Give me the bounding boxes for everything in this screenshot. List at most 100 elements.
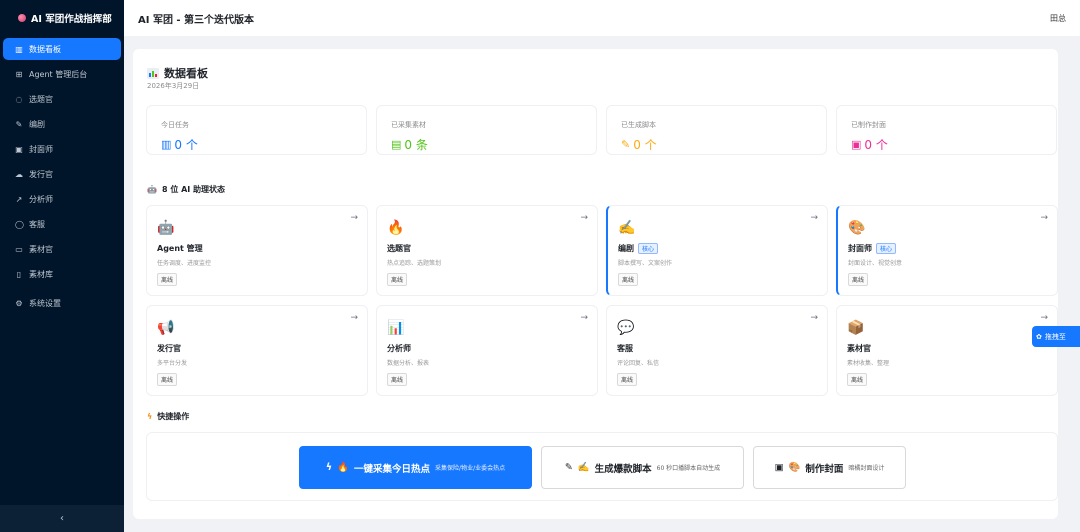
robot-icon: 🤖 <box>157 220 175 236</box>
agent-name-row: 编剧 核心 <box>618 243 817 254</box>
agent-desc: 素材收集、整理 <box>847 360 890 367</box>
quick-action-label: 一键采集今日热点 <box>354 463 431 475</box>
agent-status-badge: 离线 <box>387 373 408 386</box>
agent-name-row: 发行官 <box>157 343 357 354</box>
user-menu[interactable]: 田总 <box>1050 13 1066 24</box>
sidebar-item-settings[interactable]: ⚙ 系统设置 <box>3 292 121 314</box>
quick-action-sub: 暗橘封面设计 <box>848 465 885 472</box>
quick-action-sub: 60 秒口播脚本自动生成 <box>656 465 721 472</box>
quick-section-title-text: 快捷操作 <box>157 412 190 421</box>
agent-card[interactable]: → 📊 分析师 数据分析、报表 离线 <box>376 305 598 396</box>
brand: AI 军团作战指挥部 <box>0 0 124 36</box>
stat-value-row: ✎ 0 个 <box>621 136 812 153</box>
image-icon: ▣ <box>851 138 862 151</box>
image-icon: ▣ <box>774 462 784 473</box>
megaphone-icon: 📢 <box>157 320 175 336</box>
stat-label: 已制作封面 <box>851 121 886 129</box>
folder-icon: ▭ <box>15 244 23 254</box>
sidebar-menu: ▥ 数据看板 ⊞ Agent 管理后台 ◌ 选题官 ✎ 编剧 ▣ 封面师 ☁ 发… <box>0 38 124 314</box>
agent-card[interactable]: → 💬 客服 评论回复、私信 离线 <box>606 305 828 396</box>
stat-value-row: ▤ 0 条 <box>391 136 582 153</box>
agent-card[interactable]: → 📢 发行官 多平台分发 离线 <box>146 305 368 396</box>
agent-card[interactable]: → 🤖 Agent 管理 任务调度、进度监控 离线 <box>146 205 368 296</box>
sidebar-item-customer-service[interactable]: ◯ 客服 <box>3 213 121 235</box>
agent-desc: 多平台分发 <box>157 360 188 367</box>
stat-value-row: ▥ 0 个 <box>161 136 352 153</box>
page-title: 数据看板 <box>147 65 208 81</box>
edit-icon: ✎ <box>15 119 23 129</box>
agent-status-badge: 离线 <box>848 273 869 286</box>
agent-desc: 脚本撰写、文案创作 <box>618 260 673 267</box>
line-chart-icon: ↗ <box>15 194 23 204</box>
agent-name: 素材官 <box>847 344 871 353</box>
sidebar-collapse-button[interactable]: ‹ <box>0 505 124 532</box>
agent-name-row: 封面师 核心 <box>848 243 1047 254</box>
sidebar-item-cover-designer[interactable]: ▣ 封面师 <box>3 138 121 160</box>
stat-value-row: ▣ 0 个 <box>851 136 1042 153</box>
sidebar-item-topic-officer[interactable]: ◌ 选题官 <box>3 88 121 110</box>
sidebar-item-label: 素材库 <box>29 269 53 279</box>
agent-name-row: 客服 <box>617 343 817 354</box>
agent-card[interactable]: → 🔥 选题官 热点追踪、选题策划 离线 <box>376 205 598 296</box>
brand-name: AI 军团作战指挥部 <box>31 14 112 25</box>
agent-card[interactable]: → 🎨 封面师 核心 封面设计、视觉创意 离线 <box>836 205 1058 296</box>
agent-status-badge: 离线 <box>387 273 408 286</box>
arrow-right-icon[interactable]: → <box>810 213 818 223</box>
fire-icon: 🔥 <box>387 220 405 236</box>
stat-value: 0 个 <box>633 138 657 152</box>
floating-drag-tab[interactable]: ✿ 拖拽至 <box>1032 326 1080 347</box>
fire-icon: ◌ <box>15 94 23 104</box>
speech-bubble-icon: 💬 <box>617 320 635 336</box>
arrow-right-icon[interactable]: → <box>810 313 818 323</box>
stat-card: 已制作封面 ▣ 0 个 <box>836 105 1057 155</box>
sidebar-item-label: 数据看板 <box>29 44 61 54</box>
sidebar-item-label: 封面师 <box>29 144 53 154</box>
sidebar-item-analyst[interactable]: ↗ 分析师 <box>3 188 121 210</box>
sidebar-item-label: 发行官 <box>29 169 53 179</box>
sidebar-item-material-officer[interactable]: ▭ 素材官 <box>3 238 121 260</box>
fire-icon: 🔥 <box>337 462 350 473</box>
sidebar-item-material-library[interactable]: ▯ 素材库 <box>3 263 121 285</box>
stat-card: 已生成脚本 ✎ 0 个 <box>606 105 827 155</box>
floating-tab-label: 拖拽至 <box>1044 332 1066 341</box>
arrow-right-icon[interactable]: → <box>350 213 358 223</box>
stat-value: 0 个 <box>174 138 198 152</box>
agent-desc: 评论回复、私信 <box>617 360 660 367</box>
collect-hot-topics-button[interactable]: ϟ 🔥 一键采集今日热点 采集保险/物业/业委会热点 <box>299 446 532 489</box>
stat-label: 今日任务 <box>161 121 189 129</box>
generate-script-button[interactable]: ✎ ✍️ 生成爆款脚本 60 秒口播脚本自动生成 <box>541 446 744 489</box>
make-cover-button[interactable]: ▣ 🎨 制作封面 暗橘封面设计 <box>753 446 906 489</box>
agent-name: 发行官 <box>157 344 181 353</box>
agents-grid: → 🤖 Agent 管理 任务调度、进度监控 离线 → 🔥 选题官 热点追踪、选… <box>146 205 1058 396</box>
writing-hand-icon: ✍️ <box>618 220 636 236</box>
agent-desc: 任务调度、进度监控 <box>157 260 212 267</box>
core-tag: 核心 <box>876 243 897 254</box>
stat-card: 今日任务 ▥ 0 个 <box>146 105 367 155</box>
agent-name-row: 选题官 <box>387 243 587 254</box>
arrow-right-icon[interactable]: → <box>580 313 588 323</box>
arrow-right-icon[interactable]: → <box>580 213 588 223</box>
file-icon: ▤ <box>391 138 402 151</box>
arrow-right-icon[interactable]: → <box>350 313 358 323</box>
edit-icon: ✎ <box>621 138 631 151</box>
arrow-right-icon[interactable]: → <box>1040 213 1048 223</box>
sidebar-item-publisher[interactable]: ☁ 发行官 <box>3 163 121 185</box>
bar-chart-icon: ▥ <box>161 138 172 151</box>
arrow-right-icon[interactable]: → <box>1040 313 1048 323</box>
sidebar-item-agent-admin[interactable]: ⊞ Agent 管理后台 <box>3 63 121 85</box>
palette-icon: 🎨 <box>788 462 801 473</box>
edit-icon: ✎ <box>564 462 573 473</box>
sidebar-item-label: 分析师 <box>29 194 53 204</box>
agent-card[interactable]: → 📦 素材官 素材收集、整理 离线 <box>836 305 1058 396</box>
sidebar-item-screenwriter[interactable]: ✎ 编剧 <box>3 113 121 135</box>
package-icon: 📦 <box>847 320 865 336</box>
cloud-icon: ☁ <box>15 169 23 179</box>
agent-status-badge: 离线 <box>847 373 868 386</box>
agents-section-title: 🤖 8 位 AI 助理状态 <box>147 184 225 195</box>
agent-name: 分析师 <box>387 344 411 353</box>
sidebar-item-dashboard[interactable]: ▥ 数据看板 <box>3 38 121 60</box>
page-date: 2026年3月29日 <box>147 82 200 90</box>
agent-card[interactable]: → ✍️ 编剧 核心 脚本撰写、文案创作 离线 <box>606 205 828 296</box>
sidebar: AI 军团作战指挥部 ▥ 数据看板 ⊞ Agent 管理后台 ◌ 选题官 ✎ 编… <box>0 0 124 532</box>
agent-name: 选题官 <box>387 244 411 253</box>
